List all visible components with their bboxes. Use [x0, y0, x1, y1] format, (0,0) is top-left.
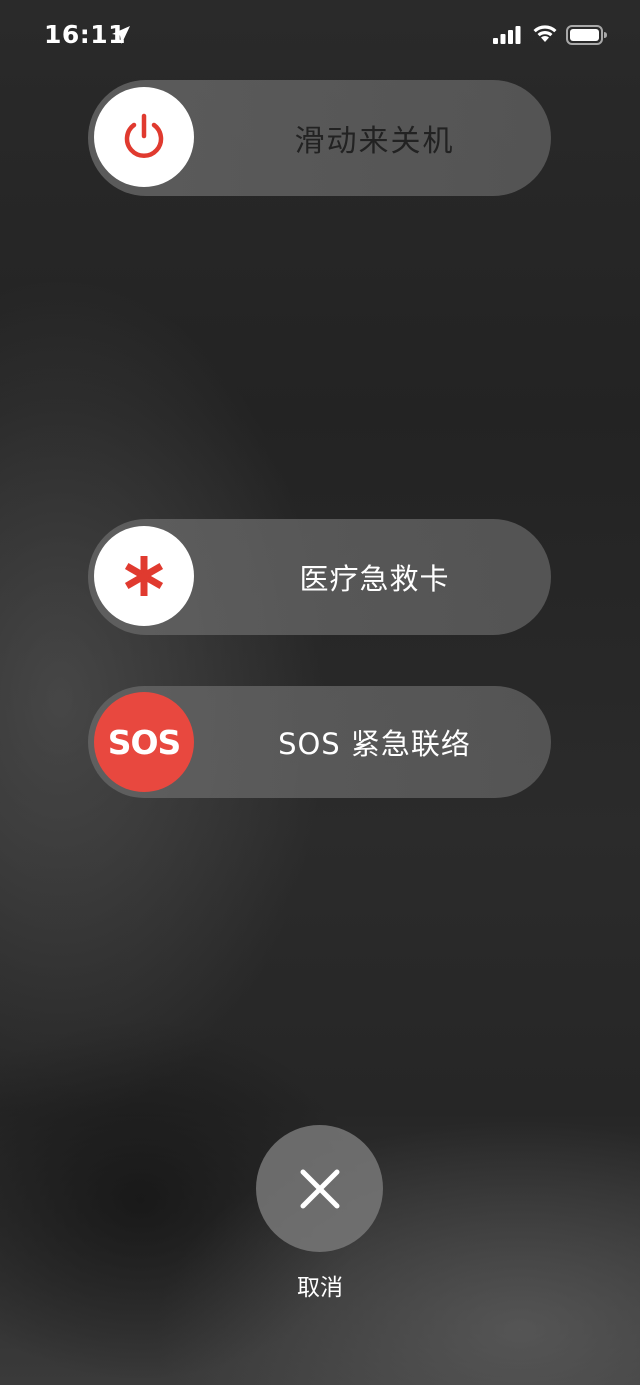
location-arrow-icon [112, 26, 130, 44]
power-off-slider[interactable]: 滑动来关机 [88, 80, 551, 196]
wifi-icon [533, 25, 557, 42]
sos-knob-text: SOS [107, 722, 182, 762]
cancel-button[interactable] [256, 1125, 383, 1252]
close-icon [300, 1169, 339, 1208]
sos-slider-knob[interactable]: SOS [94, 692, 194, 792]
power-slider-knob[interactable] [94, 87, 194, 187]
cancel-label: 取消 [297, 1275, 343, 1301]
asterisk-icon [124, 556, 164, 596]
emergency-sos-slider[interactable]: SOS SOS 紧急联络 [88, 686, 551, 798]
battery-icon [566, 25, 607, 45]
cellular-signal-icon [493, 26, 521, 44]
power-icon [124, 113, 164, 158]
status-bar: 16:11 [0, 0, 640, 70]
medical-slider-label: 医疗急救卡 [299, 562, 450, 596]
power-slider-label: 滑动来关机 [294, 124, 455, 159]
sos-slider-label: SOS 紧急联络 [278, 727, 471, 761]
medical-slider-knob[interactable] [94, 526, 194, 626]
medical-id-slider[interactable]: 医疗急救卡 [88, 519, 551, 635]
